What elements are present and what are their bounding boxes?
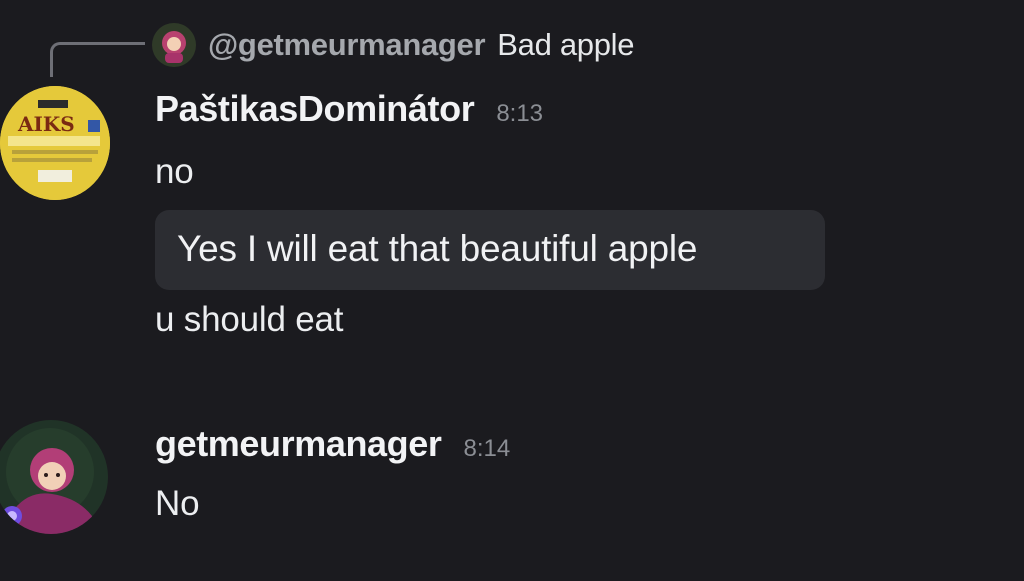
timestamp[interactable]: 8:14 xyxy=(464,435,511,463)
quote-bubble: Yes I will eat that beautiful apple xyxy=(155,210,825,290)
timestamp[interactable]: 8:13 xyxy=(496,100,543,128)
username[interactable]: PaštikasDominátor xyxy=(155,88,475,130)
avatar-getmeurmanager[interactable] xyxy=(0,420,108,534)
message-header-1: PaštikasDominátor 8:13 xyxy=(155,88,543,130)
svg-text:AIKS: AIKS xyxy=(17,112,75,136)
username[interactable]: getmeurmanager xyxy=(155,423,442,465)
chat-area: @getmeurmanager Bad apple AIKS PaštikasD… xyxy=(0,0,1024,581)
reply-author[interactable]: @getmeurmanager xyxy=(208,27,486,63)
reply-spine xyxy=(50,42,145,77)
quote-text: Yes I will eat that beautiful apple xyxy=(177,228,698,269)
message-text: no xyxy=(155,152,194,191)
message-text: No xyxy=(155,484,200,523)
message-text: u should eat xyxy=(155,300,344,339)
reply-avatar-icon xyxy=(152,23,196,67)
message-header-2: getmeurmanager 8:14 xyxy=(155,423,510,465)
reply-preview[interactable]: @getmeurmanager Bad apple xyxy=(152,23,634,67)
avatar-pastikas[interactable]: AIKS xyxy=(0,86,110,200)
reply-text[interactable]: Bad apple xyxy=(497,27,634,63)
